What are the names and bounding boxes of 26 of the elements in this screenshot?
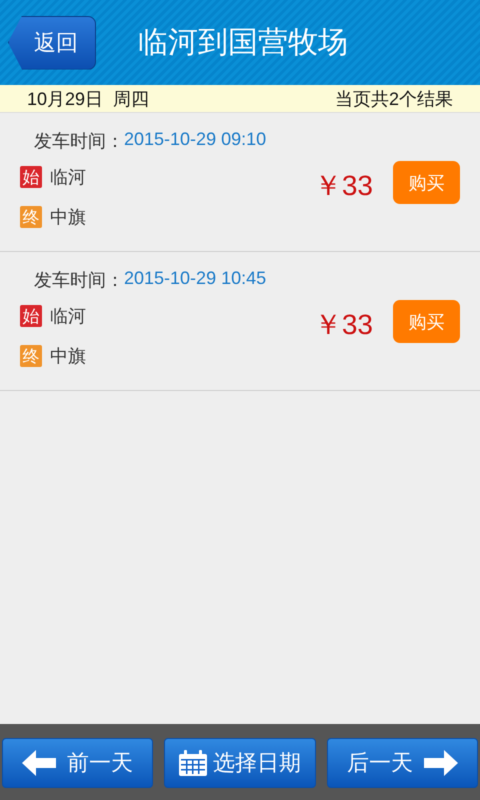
price: ￥33	[314, 308, 373, 342]
departure-time: 2015-10-29 09:10	[124, 129, 266, 151]
back-button[interactable]: 返回	[8, 16, 96, 70]
left-arrow-icon	[22, 750, 56, 776]
start-badge: 始	[20, 305, 42, 327]
end-badge: 终	[20, 345, 42, 367]
choose-date-button[interactable]: 选择日期	[164, 738, 316, 788]
end-station: 中旗	[50, 206, 86, 229]
end-badge: 终	[20, 206, 42, 228]
next-day-button[interactable]: 后一天	[326, 738, 478, 788]
departure-time: 2015-10-29 10:45	[124, 268, 266, 290]
date-label: 10月29日 周四	[27, 88, 150, 110]
departure-label: 发车时间：	[34, 269, 124, 292]
right-arrow-icon	[424, 750, 458, 776]
previous-day-button[interactable]: 前一天	[2, 738, 154, 788]
buy-button[interactable]: 购买	[393, 300, 460, 343]
start-badge: 始	[20, 166, 42, 188]
result-count: 当页共2个结果	[334, 88, 453, 110]
end-station: 中旗	[50, 345, 86, 368]
price: ￥33	[314, 169, 373, 203]
buy-button[interactable]: 购买	[393, 161, 460, 204]
departure-label: 发车时间：	[34, 130, 124, 153]
calendar-icon	[179, 750, 208, 776]
start-station: 临河	[50, 305, 86, 328]
page-title: 临河到国营牧场	[138, 25, 348, 61]
start-station: 临河	[50, 166, 86, 189]
